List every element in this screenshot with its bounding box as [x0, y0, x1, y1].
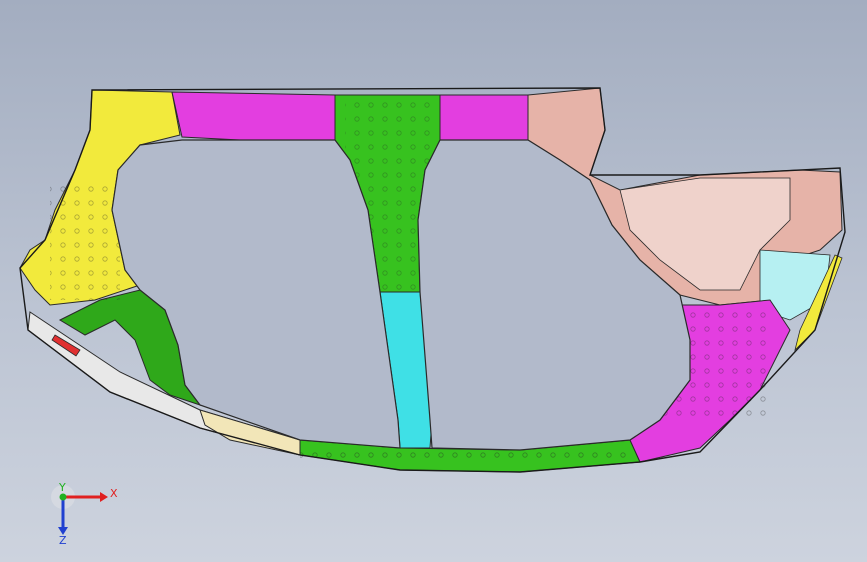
y-axis-point [59, 493, 67, 501]
coordinate-triad: X Y Z [51, 481, 118, 547]
z-axis-label: Z [59, 534, 67, 547]
cad-viewport[interactable]: X Y Z [0, 0, 867, 562]
x-axis-label: X [110, 487, 118, 500]
roof-rail-magenta [171, 91, 339, 141]
detail-overlay-front [50, 180, 120, 300]
roof-rail-rear-magenta [439, 94, 529, 141]
x-axis-arrowhead [100, 492, 108, 502]
y-axis-label: Y [58, 481, 66, 494]
